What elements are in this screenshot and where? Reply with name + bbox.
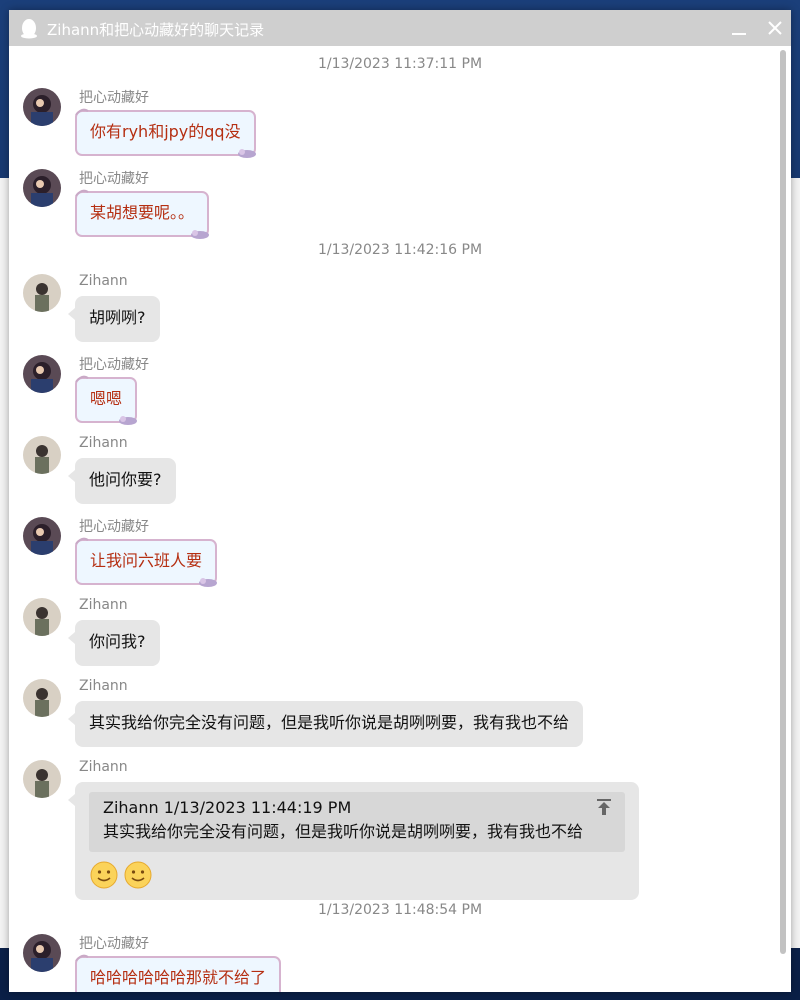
avatar-zihann[interactable]: [23, 598, 61, 636]
sender-name: Zihann: [79, 759, 128, 775]
bubble-ornament-icon: [119, 416, 138, 425]
message-bubble[interactable]: 胡咧咧?: [68, 296, 160, 342]
message-text: 让我问六班人要: [90, 551, 203, 570]
sender-name: 把心动藏好: [79, 519, 149, 535]
sender-name: Zihann: [79, 597, 128, 613]
smile-emoji-icon: [124, 861, 152, 889]
sender-name: 把心动藏好: [79, 171, 149, 187]
message-list[interactable]: 1/13/2023 11:37:11 PM 把心动藏好 你有ryh和jpy的qq…: [9, 46, 775, 992]
timestamp: 1/13/2023 11:42:16 PM: [317, 242, 483, 258]
chat-history-window: Zihann和把心动藏好的聊天记录 1/13/2023 11:37:11 PM …: [9, 10, 791, 992]
message-text: 你有ryh和jpy的qq没: [90, 122, 241, 141]
sender-name: 把心动藏好: [79, 357, 149, 373]
message-text: 嗯嗯: [90, 389, 123, 408]
message-text: 他问你要?: [89, 470, 162, 489]
avatar-zihann[interactable]: [23, 274, 61, 312]
avatar-把心动藏好[interactable]: [23, 169, 61, 207]
message-bubble[interactable]: 你问我?: [68, 620, 160, 666]
avatar-zihann[interactable]: [23, 436, 61, 474]
bubble-ornament-icon: [261, 990, 283, 992]
vertical-scrollbar[interactable]: [779, 50, 787, 956]
message-bubble[interactable]: Zihann 1/13/2023 11:44:19 PM 其实我给你完全没有问题…: [68, 782, 639, 900]
title-bar[interactable]: Zihann和把心动藏好的聊天记录: [9, 10, 791, 46]
quote-text: 其实我给你完全没有问题，但是我听你说是胡咧咧要，我有我也不给: [103, 822, 584, 841]
bubble-ornament-icon: [75, 954, 89, 962]
sender-name: 把心动藏好: [79, 936, 149, 952]
message-text: 某胡想要呢。。: [90, 203, 195, 222]
message-text: 其实我给你完全没有问题，但是我听你说是胡咧咧要，我有我也不给: [89, 713, 570, 732]
sender-name: Zihann: [79, 435, 128, 451]
avatar-zihann[interactable]: [23, 679, 61, 717]
avatar-zihann[interactable]: [23, 760, 61, 798]
scrollbar-thumb[interactable]: [780, 50, 786, 954]
bubble-ornament-icon: [191, 230, 210, 239]
sender-name: Zihann: [79, 273, 128, 289]
sender-name: 把心动藏好: [79, 90, 149, 106]
bubble-ornament-icon: [199, 578, 218, 587]
avatar-把心动藏好[interactable]: [23, 934, 61, 972]
smile-emoji-icon: [90, 861, 118, 889]
qq-penguin-icon: [21, 19, 37, 39]
bubble-ornament-icon: [237, 149, 256, 158]
message-bubble[interactable]: 他问你要?: [68, 458, 176, 504]
message-bubble[interactable]: 其实我给你完全没有问题，但是我听你说是胡咧咧要，我有我也不给: [67, 701, 584, 747]
message-bubble[interactable]: 你有ryh和jpy的qq没: [75, 108, 256, 158]
message-bubble[interactable]: 哈哈哈哈哈哈那就不给了: [75, 954, 283, 992]
bubble-ornament-icon: [75, 375, 89, 383]
bubble-ornament-icon: [75, 189, 89, 197]
timestamp: 1/13/2023 11:37:11 PM: [317, 56, 483, 72]
sender-name: Zihann: [79, 678, 128, 694]
avatar-把心动藏好[interactable]: [23, 355, 61, 393]
timestamp: 1/13/2023 11:48:54 PM: [317, 902, 483, 918]
bubble-ornament-icon: [75, 537, 89, 545]
message-bubble[interactable]: 嗯嗯: [75, 375, 138, 425]
minimize-button[interactable]: [727, 16, 751, 40]
message-text: 哈哈哈哈哈哈那就不给了: [90, 968, 267, 987]
window-title: Zihann和把心动藏好的聊天记录: [47, 21, 265, 39]
quoted-message[interactable]: Zihann 1/13/2023 11:44:19 PM 其实我给你完全没有问题…: [89, 792, 625, 852]
message-bubble[interactable]: 让我问六班人要: [75, 537, 218, 587]
quote-header: Zihann 1/13/2023 11:44:19 PM: [103, 798, 352, 817]
avatar-把心动藏好[interactable]: [23, 517, 61, 555]
avatar-把心动藏好[interactable]: [23, 88, 61, 126]
bubble-ornament-icon: [75, 108, 89, 116]
message-bubble[interactable]: 某胡想要呢。。: [75, 189, 210, 239]
jump-to-original-icon[interactable]: [595, 798, 613, 816]
message-text: 胡咧咧?: [89, 308, 146, 327]
message-text: 你问我?: [89, 632, 146, 651]
close-button[interactable]: [763, 16, 787, 40]
